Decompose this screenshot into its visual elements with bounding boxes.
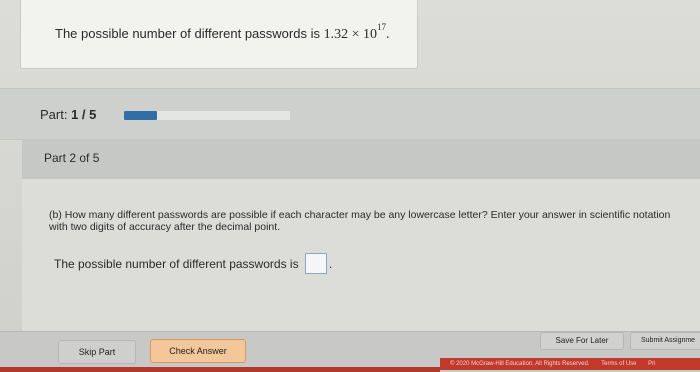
part-header: Part 2 of 5: [22, 139, 700, 179]
answer-times-ten: × 10: [348, 27, 377, 42]
part-a-answer-line: The possible number of different passwor…: [55, 22, 389, 43]
progress-strip: Part: 1 / 5: [0, 88, 700, 140]
answer-prompt-line: The possible number of different passwor…: [54, 253, 332, 274]
part-label-text: Part:: [40, 107, 68, 122]
answer-exponent: 17: [376, 22, 386, 32]
part-a-answer-text: The possible number of different passwor…: [55, 26, 324, 41]
progress-bar-fill: [124, 111, 158, 120]
part-progress-label: Part: 1 / 5: [40, 107, 96, 122]
copyright-text: © 2020 McGraw-Hill Education. All Rights…: [450, 361, 590, 367]
question-area: (b) How many different passwords are pos…: [22, 179, 700, 331]
part-header-title: Part 2 of 5: [44, 151, 100, 165]
question-text: (b) How many different passwords are pos…: [49, 209, 671, 233]
submit-assignment-button[interactable]: Submit Assignme: [630, 332, 700, 350]
answer-mantissa: 1.32: [323, 27, 349, 42]
footer-accent-stripe: [0, 367, 440, 372]
assignment-page: The possible number of different passwor…: [0, 0, 700, 372]
footer-bar: Skip Part Check Answer Save For Later Su…: [0, 331, 700, 372]
save-for-later-button[interactable]: Save For Later: [540, 332, 624, 350]
part-a-answer-value: 1.32 × 1017.: [323, 22, 390, 42]
answer-input-box[interactable]: [304, 253, 327, 274]
skip-part-button[interactable]: Skip Part: [58, 340, 136, 364]
check-answer-button[interactable]: Check Answer: [150, 339, 246, 363]
terms-of-use-link[interactable]: Terms of Use: [601, 361, 636, 367]
progress-bar: [124, 111, 290, 120]
answer-prompt-text: The possible number of different passwor…: [54, 257, 299, 271]
privacy-link[interactable]: Pri: [648, 361, 655, 367]
answer-trailing-period: .: [328, 257, 333, 271]
part-a-answer-card: The possible number of different passwor…: [20, 0, 418, 69]
copyright-bar: © 2020 McGraw-Hill Education. All Rights…: [440, 358, 700, 370]
part-count: 1 / 5: [71, 107, 97, 122]
answer-period: .: [385, 27, 390, 42]
